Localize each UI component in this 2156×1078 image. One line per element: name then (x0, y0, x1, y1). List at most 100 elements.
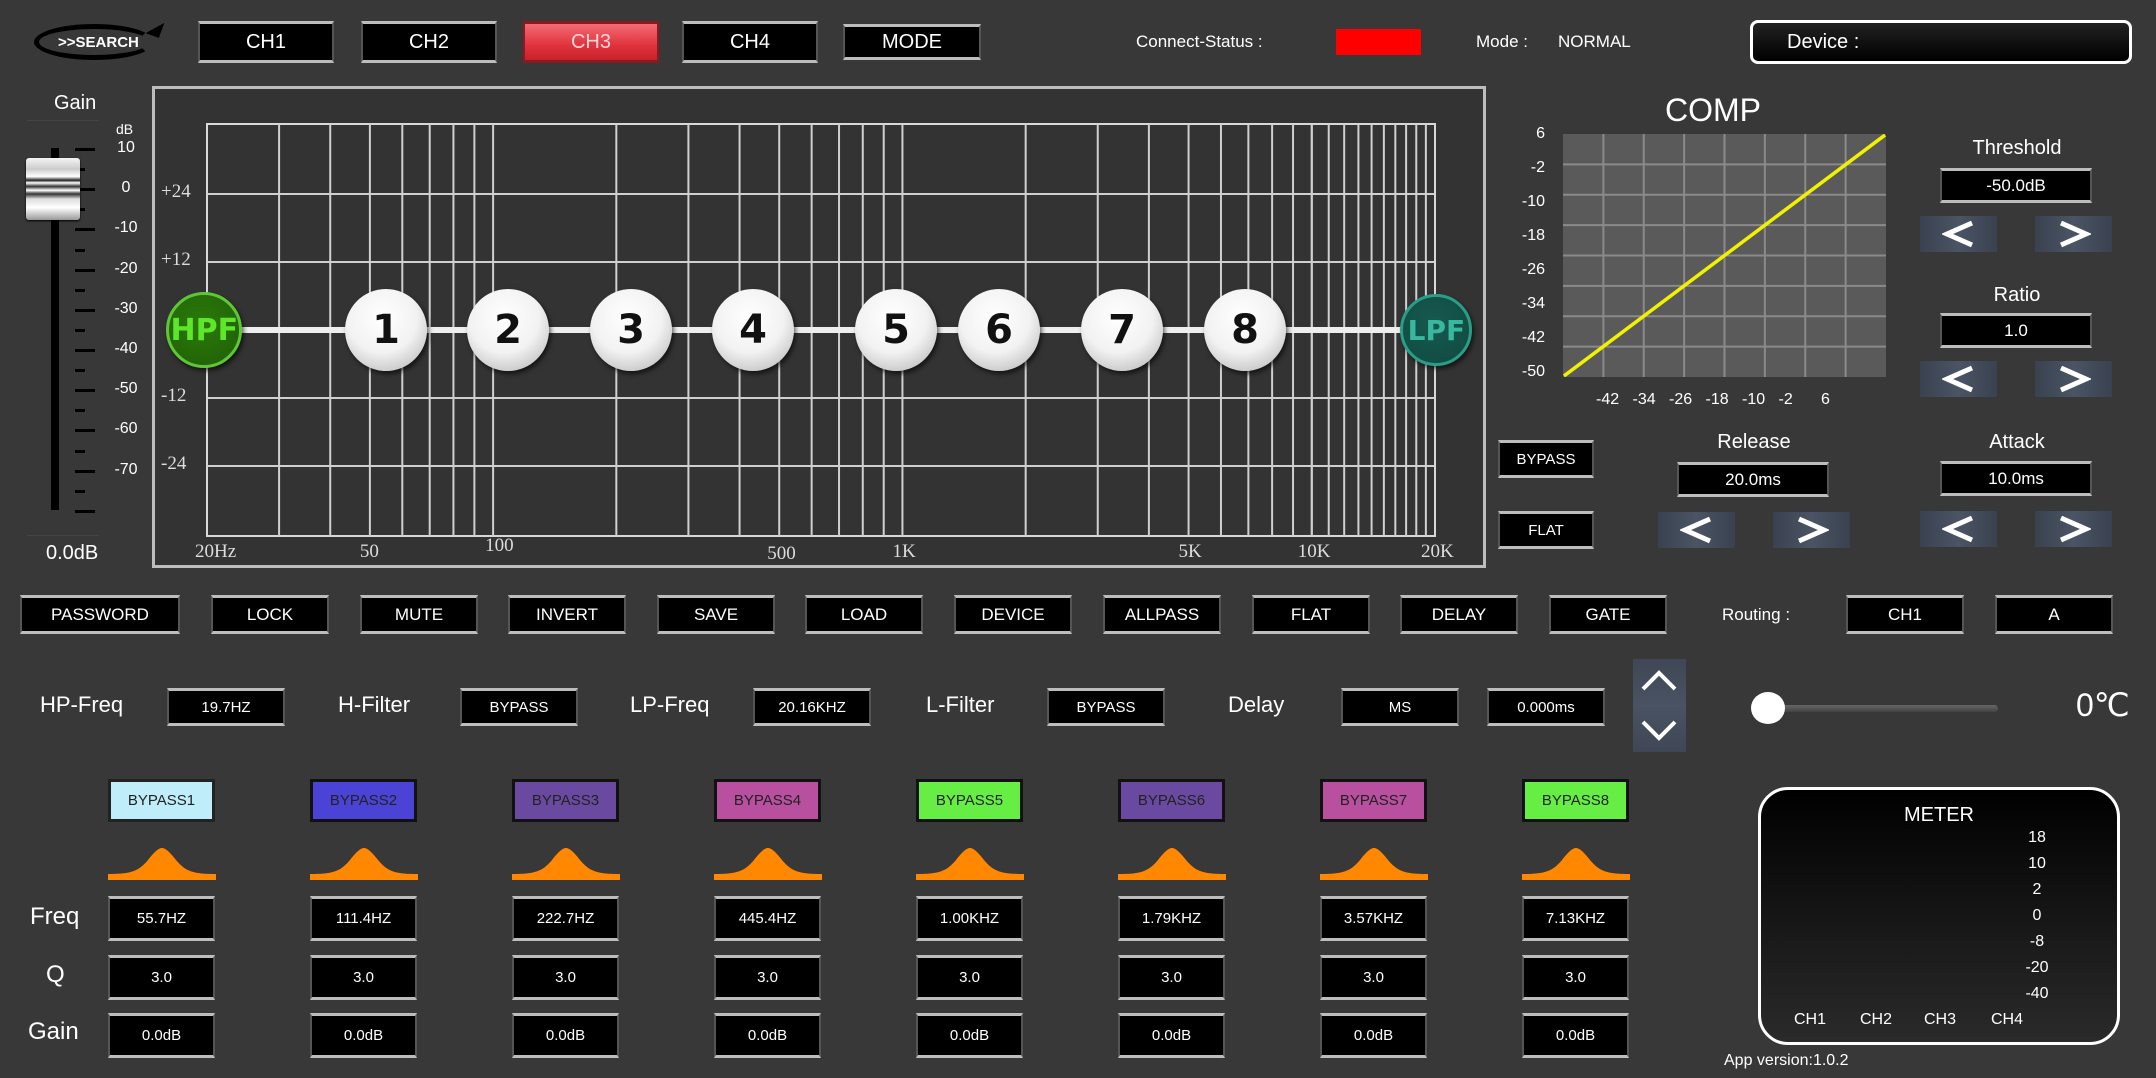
band-7-bypass-button[interactable]: BYPASS7 (1320, 779, 1427, 822)
save-button[interactable]: SAVE (657, 595, 775, 634)
peak-filter-shape (1118, 848, 1226, 880)
band-1-freq-value[interactable]: 55.7HZ (108, 896, 215, 941)
attack-value[interactable]: 10.0ms (1940, 461, 2092, 496)
band-3-gain-value[interactable]: 0.0dB (512, 1013, 619, 1058)
threshold-increase-button[interactable] (2035, 216, 2112, 252)
ratio-increase-button[interactable] (2035, 361, 2112, 397)
band-8-gain-value[interactable]: 0.0dB (1522, 1013, 1629, 1058)
band-1-gain-value[interactable]: 0.0dB (108, 1013, 215, 1058)
band-5-q-value[interactable]: 3.0 (916, 955, 1023, 1000)
tab-ch4[interactable]: CH4 (682, 21, 818, 63)
temperature-slider-knob[interactable] (1751, 692, 1785, 724)
delay-stepper[interactable] (1633, 659, 1686, 752)
band-8-bypass-button[interactable]: BYPASS8 (1522, 779, 1629, 822)
meter-scale-label: 18 (2028, 829, 2046, 846)
load-button[interactable]: LOAD (805, 595, 923, 634)
release-increase-button[interactable] (1773, 512, 1850, 548)
eq-node-lpf[interactable]: LPF (1400, 294, 1473, 366)
meter-title: METER (1904, 804, 1974, 826)
threshold-value[interactable]: -50.0dB (1940, 168, 2092, 203)
search-button[interactable]: >>SEARCH (30, 18, 170, 68)
band-4-bypass-button[interactable]: BYPASS4 (714, 779, 821, 822)
lock-button[interactable]: LOCK (211, 595, 329, 634)
band-7-gain-value[interactable]: 0.0dB (1320, 1013, 1427, 1058)
gain-bottom-divider (27, 535, 99, 536)
delay-value[interactable]: 0.000ms (1487, 688, 1605, 726)
gain-row-label: Gain (28, 1018, 79, 1045)
device-button[interactable]: DEVICE (954, 595, 1072, 634)
tab-ch2[interactable]: CH2 (361, 21, 497, 63)
routing-output-button[interactable]: A (1995, 595, 2113, 634)
attack-increase-button[interactable] (2035, 511, 2112, 547)
temperature-slider-track[interactable] (1770, 705, 1998, 712)
band-4-freq-value[interactable]: 445.4HZ (714, 896, 821, 941)
eq-node-5[interactable]: 5 (855, 289, 937, 371)
band-3-q-value[interactable]: 3.0 (512, 955, 619, 1000)
eq-node-3[interactable]: 3 (590, 289, 672, 371)
band-1-q-value[interactable]: 3.0 (108, 955, 215, 1000)
mode-button[interactable]: MODE (843, 24, 981, 60)
comp-flat-button[interactable]: FLAT (1498, 511, 1594, 549)
band-7-freq-value[interactable]: 3.57KHZ (1320, 896, 1427, 941)
band-8-q-value[interactable]: 3.0 (1522, 955, 1629, 1000)
threshold-decrease-button[interactable] (1920, 216, 1997, 252)
device-selector[interactable]: Device : (1750, 20, 2132, 64)
band-2-bypass-button[interactable]: BYPASS2 (310, 779, 417, 822)
tab-ch1[interactable]: CH1 (198, 21, 334, 63)
allpass-button[interactable]: ALLPASS (1103, 595, 1221, 634)
eq-node-hpf[interactable]: HPF (166, 292, 243, 368)
band-1-bypass-button[interactable]: BYPASS1 (108, 779, 215, 822)
gain-scale-label: -30 (114, 299, 138, 317)
band-7-q-value[interactable]: 3.0 (1320, 955, 1427, 1000)
band-5-gain-value[interactable]: 0.0dB (916, 1013, 1023, 1058)
l-filter-select[interactable]: BYPASS (1047, 688, 1165, 726)
eq-node-6[interactable]: 6 (958, 289, 1040, 371)
band-6-q-value[interactable]: 3.0 (1118, 955, 1225, 1000)
band-6-bypass-button[interactable]: BYPASS6 (1118, 779, 1225, 822)
comp-x-label: -34 (1632, 391, 1656, 408)
ratio-decrease-button[interactable] (1920, 361, 1997, 397)
connect-status-indicator (1336, 29, 1421, 55)
eq-graph[interactable]: +24 +12 -12 -24 20Hz 50 100 500 1K 5K 10K 20K HPF 1 2… (152, 86, 1486, 568)
band-3-freq-value[interactable]: 222.7HZ (512, 896, 619, 941)
band-6-freq-value[interactable]: 1.79KHZ (1118, 896, 1225, 941)
ratio-value[interactable]: 1.0 (1940, 313, 2092, 348)
gain-fader-knob[interactable] (26, 158, 80, 220)
tab-ch3[interactable]: CH3 (523, 21, 659, 63)
band-2-gain-value[interactable]: 0.0dB (310, 1013, 417, 1058)
comp-x-label: -18 (1705, 391, 1729, 408)
eq-node-1[interactable]: 1 (345, 289, 427, 371)
routing-channel-button[interactable]: CH1 (1846, 595, 1964, 634)
band-4-gain-value[interactable]: 0.0dB (714, 1013, 821, 1058)
band-5-freq-value[interactable]: 1.00KHZ (916, 896, 1023, 941)
lp-freq-value[interactable]: 20.16KHZ (753, 688, 871, 726)
band-3-bypass-button[interactable]: BYPASS3 (512, 779, 619, 822)
release-label: Release (1717, 431, 1791, 453)
band-5-bypass-button[interactable]: BYPASS5 (916, 779, 1023, 822)
eq-node-2[interactable]: 2 (467, 289, 549, 371)
band-8-freq-value[interactable]: 7.13KHZ (1522, 896, 1629, 941)
band-6-gain-value[interactable]: 0.0dB (1118, 1013, 1225, 1058)
attack-decrease-button[interactable] (1920, 511, 1997, 547)
delay-unit-select[interactable]: MS (1341, 688, 1459, 726)
flat-button[interactable]: FLAT (1252, 595, 1370, 634)
release-value[interactable]: 20.0ms (1677, 462, 1829, 497)
band-4-q-value[interactable]: 3.0 (714, 955, 821, 1000)
eq-x-label: 20K (1421, 541, 1454, 562)
comp-bypass-button[interactable]: BYPASS (1498, 440, 1594, 478)
band-2-freq-value[interactable]: 111.4HZ (310, 896, 417, 941)
eq-node-8[interactable]: 8 (1204, 289, 1286, 371)
invert-button[interactable]: INVERT (508, 595, 626, 634)
hp-freq-value[interactable]: 19.7HZ (167, 688, 285, 726)
mute-button[interactable]: MUTE (360, 595, 478, 634)
eq-node-4[interactable]: 4 (712, 289, 794, 371)
band-2-q-value[interactable]: 3.0 (310, 955, 417, 1000)
gate-button[interactable]: GATE (1549, 595, 1667, 634)
eq-node-7[interactable]: 7 (1081, 289, 1163, 371)
chevron-right-icon (2059, 515, 2091, 543)
delay-button[interactable]: DELAY (1400, 595, 1518, 634)
peak-filter-shape (1522, 848, 1630, 880)
release-decrease-button[interactable] (1658, 512, 1735, 548)
h-filter-select[interactable]: BYPASS (460, 688, 578, 726)
password-button[interactable]: PASSWORD (20, 595, 180, 634)
